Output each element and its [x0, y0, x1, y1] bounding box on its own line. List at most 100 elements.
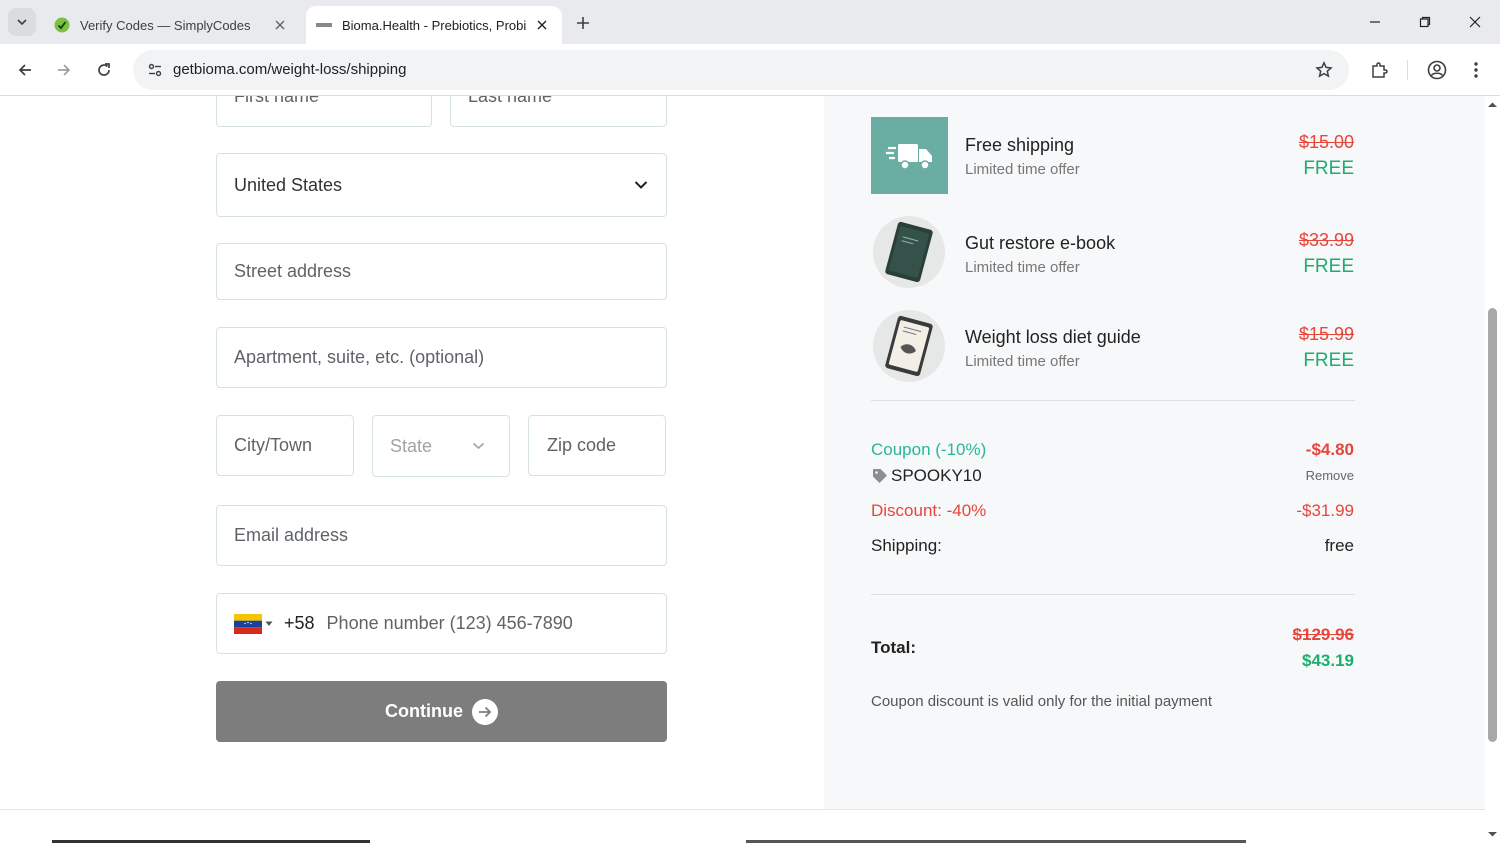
close-tab-icon[interactable]: [270, 15, 290, 35]
simplycodes-favicon-icon: [54, 17, 70, 33]
zip-placeholder: Zip code: [547, 435, 617, 455]
first-name-placeholder: First name: [234, 96, 320, 106]
truck-icon: [871, 117, 948, 194]
back-button[interactable]: [11, 56, 39, 84]
arrow-right-icon: [58, 64, 71, 76]
more-vertical-icon: [1474, 62, 1478, 78]
street-address-placeholder: Street address: [234, 261, 352, 281]
tab-search-button[interactable]: [8, 8, 36, 36]
new-tab-button[interactable]: [570, 10, 596, 36]
apartment-input[interactable]: Apartment, suite, etc. (optional): [216, 327, 667, 388]
site-info-button[interactable]: [141, 56, 169, 84]
tab-title: Bioma.Health - Prebiotics, Probi: [342, 17, 527, 33]
phone-input[interactable]: +58 Phone number (123) 456-7890: [216, 593, 667, 654]
account-icon: [1427, 60, 1447, 80]
phone-country-code: +58: [284, 613, 315, 633]
tune-icon: [148, 63, 162, 77]
star-icon: [1315, 61, 1333, 78]
minimize-icon: [1370, 21, 1380, 23]
tab-simplycodes[interactable]: Verify Codes — SimplyCodes: [44, 6, 300, 44]
coupon-label: Coupon (-10%): [871, 440, 987, 459]
coupon-code-tag: SPOOKY10: [872, 466, 982, 486]
shipping-value: free: [1324, 536, 1354, 555]
continue-label: Continue: [385, 701, 463, 721]
forward-button[interactable]: [50, 56, 78, 84]
total-old-price: $129.96: [1292, 625, 1354, 644]
street-address-input[interactable]: Street address: [216, 243, 667, 300]
email-placeholder: Email address: [234, 525, 349, 545]
email-input[interactable]: Email address: [216, 505, 667, 566]
reload-button[interactable]: [90, 56, 118, 84]
item-name: Free shipping: [965, 135, 1075, 155]
item-name: Gut restore e-book: [965, 233, 1116, 253]
close-icon: [1469, 16, 1481, 28]
scroll-up-icon: [1488, 102, 1497, 107]
close-tab-icon[interactable]: [532, 15, 552, 35]
last-name-field[interactable]: Last name: [450, 96, 667, 127]
summary-item-ebook: Gut restore e-book Limited time offer $3…: [871, 215, 1355, 293]
item-name: Weight loss diet guide: [965, 327, 1141, 347]
scrollbar-thumb[interactable]: [1488, 308, 1497, 742]
address-bar[interactable]: getbioma.com/weight-loss/shipping: [133, 50, 1349, 90]
state-placeholder: State: [390, 435, 433, 456]
url-text: getbioma.com/weight-loss/shipping: [173, 61, 407, 78]
item-old-price: $33.99: [1298, 230, 1354, 250]
zip-input[interactable]: Zip code: [528, 415, 666, 476]
country-select[interactable]: United States: [216, 153, 667, 217]
city-input[interactable]: City/Town: [216, 415, 354, 476]
city-placeholder: City/Town: [234, 435, 313, 455]
restore-button[interactable]: [1400, 0, 1450, 44]
minimize-button[interactable]: [1350, 0, 1400, 44]
apartment-placeholder: Apartment, suite, etc. (optional): [234, 347, 485, 367]
item-subtitle: Limited time offer: [965, 161, 1080, 178]
bookmark-button[interactable]: [1313, 59, 1335, 81]
toolbar-separator: [1407, 60, 1408, 80]
profile-button[interactable]: [1423, 56, 1451, 84]
tab-title: Verify Codes — SimplyCodes: [80, 17, 251, 33]
country-value: United States: [234, 174, 343, 195]
chevron-down-icon: [472, 442, 485, 450]
restore-icon: [1419, 16, 1431, 28]
item-subtitle: Limited time offer: [965, 353, 1080, 370]
browser-toolbar: getbioma.com/weight-loss/shipping: [0, 44, 1500, 96]
first-name-field[interactable]: First name: [216, 96, 432, 127]
item-old-price: $15.00: [1298, 132, 1354, 152]
chevron-down-icon: [17, 19, 27, 26]
remove-coupon-link[interactable]: Remove: [1306, 468, 1354, 483]
close-window-button[interactable]: [1450, 0, 1500, 44]
coupon-code: SPOOKY10: [891, 466, 982, 485]
item-price: FREE: [1303, 350, 1354, 371]
item-price: FREE: [1303, 256, 1354, 277]
arrow-left-icon: [18, 64, 31, 76]
discount-amount: -$31.99: [1296, 501, 1354, 520]
item-subtitle: Limited time offer: [965, 259, 1080, 276]
total-new-price: $43.19: [1302, 651, 1354, 670]
venezuela-flag-icon: [234, 613, 262, 634]
browser-tab-bar: Verify Codes — SimplyCodes Bioma.Health …: [0, 0, 1500, 44]
extensions-button[interactable]: [1365, 56, 1393, 84]
summary-divider: [871, 400, 1355, 401]
shipping-label: Shipping:: [871, 536, 942, 555]
coupon-note: Coupon discount is valid only for the in…: [871, 693, 1213, 710]
coupon-amount: -$4.80: [1305, 440, 1354, 459]
reload-icon: [98, 63, 110, 76]
guide-image: [871, 309, 948, 386]
last-name-placeholder: Last name: [468, 96, 553, 106]
state-select[interactable]: State: [372, 415, 510, 477]
caret-down-icon: [265, 621, 273, 626]
tab-bioma[interactable]: Bioma.Health - Prebiotics, Probi: [306, 6, 562, 44]
continue-button[interactable]: Continue: [216, 681, 667, 742]
country-flag-selector[interactable]: [234, 613, 273, 634]
menu-button[interactable]: [1462, 56, 1490, 84]
item-old-price: $15.99: [1298, 324, 1354, 344]
page-viewport: First name Last name United States Stree…: [0, 96, 1485, 843]
total-label: Total:: [871, 638, 917, 657]
arrow-right-circle-icon: [472, 698, 498, 725]
item-price: FREE: [1303, 158, 1354, 179]
ebook-image: [871, 215, 948, 292]
plus-icon: [577, 17, 589, 29]
chevron-down-icon: [634, 181, 648, 190]
summary-divider: [871, 594, 1355, 595]
footer-divider: [0, 809, 1485, 810]
bioma-favicon-icon: [316, 17, 332, 33]
